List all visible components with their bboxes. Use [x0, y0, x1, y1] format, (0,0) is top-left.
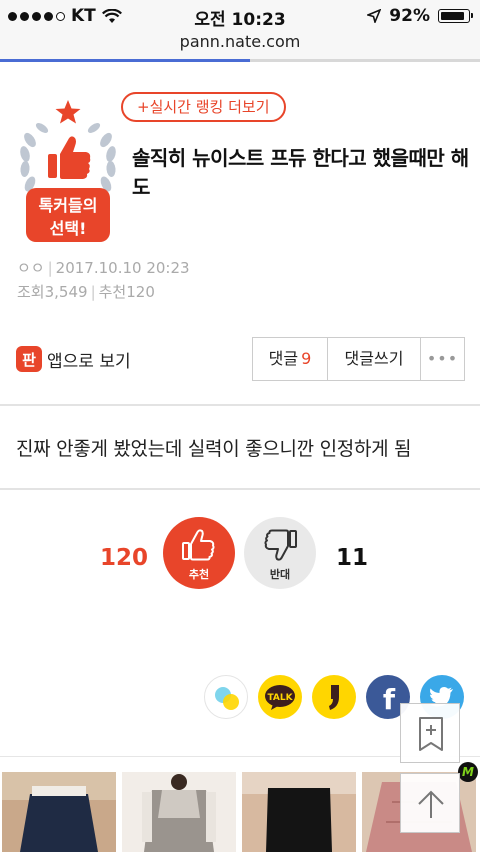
divider [0, 488, 480, 490]
kakaotalk-icon: TALK [265, 685, 295, 710]
product-thumbnail[interactable] [122, 772, 236, 852]
recommend-count: 120 [126, 283, 155, 301]
page-load-progress [0, 59, 480, 62]
arrow-up-icon [418, 790, 444, 818]
location-arrow-icon [367, 9, 382, 23]
pann-app-icon: 판 [16, 346, 42, 372]
kakaostory-share-button[interactable] [312, 675, 356, 719]
author-name[interactable]: ㅇㅇ [17, 259, 45, 277]
badge-text-line1: 톡커들의 [39, 196, 98, 215]
url-text: pann.nate.com [179, 32, 301, 51]
comments-count: 9 [301, 349, 312, 368]
line-icon [215, 687, 239, 710]
battery-percent: 92% [389, 6, 430, 26]
comment-button-group: 댓글 9 댓글쓰기 ••• [252, 337, 465, 381]
write-comment-button[interactable]: 댓글쓰기 [328, 338, 421, 380]
talkers-choice-badge: 톡커들의 선택! [16, 96, 120, 246]
product-thumbnail[interactable] [242, 772, 356, 852]
recommend-label: 추천 [188, 568, 210, 581]
recommend-button[interactable]: 추천 [163, 517, 235, 589]
status-bar: KT 오전 10:23 92% [0, 0, 480, 32]
oppose-vote-count: 11 [336, 545, 369, 571]
comments-button[interactable]: 댓글 9 [253, 338, 328, 380]
oppose-label: 반대 [269, 568, 291, 581]
oppose-button[interactable]: 반대 [244, 517, 316, 589]
views-count: 3,549 [44, 283, 88, 301]
address-bar[interactable]: pann.nate.com [0, 32, 480, 61]
post-date: 2017.10.10 20:23 [55, 259, 190, 277]
realtime-ranking-link[interactable]: +실시간 랭킹 더보기 [121, 92, 286, 122]
kakaotalk-share-button[interactable]: TALK [258, 675, 302, 719]
recommend-label: 추천 [98, 283, 127, 301]
thumbs-down-icon [264, 529, 297, 561]
more-options-button[interactable]: ••• [421, 338, 464, 380]
open-in-app-button[interactable]: 판 앱으로 보기 [16, 346, 131, 372]
ad-badge: M [458, 762, 478, 782]
open-in-app-label: 앱으로 보기 [47, 351, 131, 372]
views-label: 조회 [17, 283, 45, 301]
kakaostory-icon [329, 685, 339, 710]
bookmark-add-icon [419, 717, 443, 751]
post-title: 솔직히 뉴이스트 프듀 한다고 했을때만 해도 [132, 146, 469, 199]
line-share-button[interactable] [204, 675, 248, 719]
kakaotalk-label: TALK [267, 693, 293, 703]
post-body: 진짜 안좋게 봤었는데 실력이 좋으니깐 인정하게 됨 [16, 438, 412, 460]
divider [0, 404, 480, 406]
thumbs-up-icon [182, 529, 215, 561]
post-meta-author-date: ㅇㅇ | 2017.10.10 20:23 [17, 259, 190, 277]
comments-label: 댓글 [268, 349, 299, 368]
post-meta-stats: 조회3,549 | 추천120 [17, 283, 155, 301]
facebook-label: f [383, 683, 396, 716]
recommend-vote-count: 120 [100, 545, 149, 571]
scroll-to-top-button[interactable] [400, 773, 460, 833]
battery-icon [438, 9, 473, 23]
bookmark-button[interactable] [400, 703, 460, 763]
badge-text-line2: 선택! [50, 219, 87, 238]
product-thumbnail[interactable] [2, 772, 116, 852]
